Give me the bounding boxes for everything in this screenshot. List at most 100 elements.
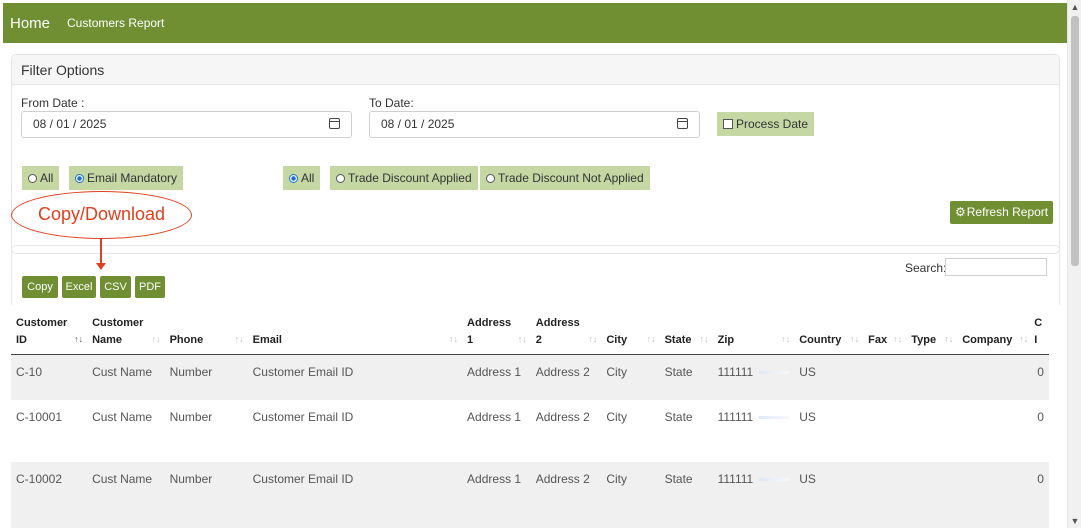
checkbox-icon[interactable] bbox=[723, 119, 733, 129]
cell-truncated: 0 bbox=[1032, 461, 1049, 528]
sort-icon[interactable]: ↑↓ bbox=[781, 331, 790, 348]
header-text: Address bbox=[535, 317, 580, 329]
header-text: Type bbox=[911, 334, 937, 346]
radio-icon[interactable] bbox=[336, 173, 345, 183]
cell-customer-id: C-10 bbox=[11, 354, 88, 400]
header-zip[interactable]: Zip ↑↓ bbox=[712, 311, 795, 355]
sort-icon[interactable]: ↑↓ bbox=[74, 331, 83, 348]
to-date-input[interactable]: 08 / 01 / 2025 bbox=[369, 111, 700, 138]
cell-email: Customer Email ID bbox=[247, 399, 463, 462]
cell-city: City bbox=[601, 461, 660, 528]
cell-address-1: Address 1 bbox=[462, 461, 531, 528]
refresh-report-label: Refresh Report bbox=[966, 205, 1049, 219]
cell-address-1: Address 1 bbox=[462, 354, 531, 400]
email-all-label: All bbox=[40, 171, 54, 185]
header-text: Phone bbox=[169, 334, 204, 346]
trade-discount-applied-label: Trade Discount Applied bbox=[348, 171, 472, 185]
excel-button[interactable]: Excel bbox=[62, 276, 96, 298]
cell-phone: Number bbox=[164, 354, 248, 400]
header-address-2[interactable]: Address 2 ↑↓ bbox=[530, 311, 602, 355]
header-text: C bbox=[1034, 317, 1043, 329]
scroll-down-icon[interactable]: ▼ bbox=[1068, 514, 1081, 528]
cell-customer-name: Cust Name bbox=[87, 399, 165, 462]
scroll-up-icon[interactable]: ▲ bbox=[1068, 0, 1081, 14]
header-state[interactable]: State ↑↓ bbox=[659, 311, 713, 355]
radio-icon[interactable] bbox=[486, 173, 495, 183]
radio-icon[interactable] bbox=[28, 173, 37, 183]
cell-company bbox=[957, 399, 1033, 462]
header-company[interactable]: Company ↑↓ bbox=[957, 311, 1033, 355]
table-row[interactable]: C-10001 Cust Name Number Customer Email … bbox=[11, 399, 1049, 462]
trade-all-radio[interactable]: All bbox=[283, 166, 321, 190]
sort-icon[interactable]: ↑↓ bbox=[893, 331, 902, 348]
copy-download-callout: Copy/Download bbox=[11, 191, 192, 239]
callout-arrow-icon bbox=[96, 263, 106, 270]
cell-city: City bbox=[601, 399, 660, 462]
calendar-icon[interactable] bbox=[677, 118, 688, 129]
top-navbar: Home Customers Report bbox=[3, 3, 1067, 43]
table-row[interactable]: C-10 Cust Name Number Customer Email ID … bbox=[11, 354, 1049, 400]
sort-icon[interactable]: ↑↓ bbox=[235, 331, 244, 348]
header-fax[interactable]: Fax ↑↓ bbox=[863, 311, 907, 355]
cell-company bbox=[957, 461, 1033, 528]
sort-icon[interactable]: ↑↓ bbox=[1019, 331, 1028, 348]
sort-icon[interactable]: ↑↓ bbox=[700, 331, 709, 348]
header-country[interactable]: Country ↑↓ bbox=[794, 311, 864, 355]
process-date-checkbox[interactable]: Process Date bbox=[717, 112, 815, 136]
cell-zip: 111111 bbox=[712, 461, 795, 528]
trade-discount-not-applied-label: Trade Discount Not Applied bbox=[498, 171, 644, 185]
header-text: Customer bbox=[92, 317, 144, 329]
sort-icon[interactable]: ↑↓ bbox=[944, 331, 953, 348]
copy-button[interactable]: Copy bbox=[22, 276, 58, 298]
email-all-radio[interactable]: All bbox=[22, 166, 60, 190]
customers-table: Customer ID ↑↓ Customer Name ↑↓ Phone ↑↓ Emai… bbox=[11, 311, 1049, 528]
header-text: Customer bbox=[16, 317, 68, 329]
to-date-label: To Date: bbox=[369, 96, 414, 110]
radio-selected-icon[interactable] bbox=[75, 173, 84, 183]
header-city[interactable]: City ↑↓ bbox=[601, 311, 660, 355]
cell-company bbox=[957, 354, 1033, 400]
header-text: I bbox=[1034, 334, 1038, 346]
cell-state: State bbox=[659, 399, 713, 462]
header-customer-name[interactable]: Customer Name ↑↓ bbox=[87, 311, 165, 355]
header-text: Fax bbox=[868, 334, 888, 346]
breadcrumb-customers-report[interactable]: Customers Report bbox=[67, 16, 164, 30]
from-date-input[interactable]: 08 / 01 / 2025 bbox=[21, 111, 352, 138]
header-customer-id[interactable]: Customer ID ↑↓ bbox=[11, 311, 88, 355]
page-scrollbar[interactable]: ▲ ▼ bbox=[1067, 0, 1081, 528]
calendar-icon[interactable] bbox=[329, 118, 340, 129]
zip-value: 111111 bbox=[717, 365, 754, 379]
cell-city: City bbox=[601, 354, 660, 400]
csv-button[interactable]: CSV bbox=[100, 276, 131, 298]
refresh-report-button[interactable]: ⚙Refresh Report bbox=[950, 201, 1054, 224]
cell-address-2: Address 2 bbox=[530, 354, 602, 400]
radio-selected-icon[interactable] bbox=[289, 173, 298, 183]
cell-address-1: Address 1 bbox=[462, 399, 531, 462]
header-truncated[interactable]: CI bbox=[1032, 311, 1049, 355]
header-type[interactable]: Type ↑↓ bbox=[906, 311, 958, 355]
header-email[interactable]: Email ↑↓ bbox=[247, 311, 463, 355]
sort-icon[interactable]: ↑↓ bbox=[647, 331, 656, 348]
sort-icon[interactable]: ↑↓ bbox=[588, 331, 597, 348]
cell-type bbox=[906, 399, 958, 462]
pdf-button[interactable]: PDF bbox=[135, 276, 165, 298]
header-text: Address bbox=[467, 317, 512, 329]
search-input[interactable] bbox=[945, 258, 1047, 276]
table-row[interactable]: C-10002 Cust Name Number Customer Email … bbox=[11, 461, 1049, 528]
sort-icon[interactable]: ↑↓ bbox=[850, 331, 859, 348]
email-mandatory-radio[interactable]: Email Mandatory bbox=[69, 166, 184, 190]
sort-icon[interactable]: ↑↓ bbox=[152, 331, 161, 348]
trade-discount-not-applied-radio[interactable]: Trade Discount Not Applied bbox=[480, 166, 650, 190]
scrollbar-thumb[interactable] bbox=[1071, 16, 1079, 266]
header-address-1[interactable]: Address 1 ↑↓ bbox=[462, 311, 531, 355]
from-date-label: From Date : bbox=[21, 96, 85, 110]
trade-discount-applied-radio[interactable]: Trade Discount Applied bbox=[330, 166, 478, 190]
sort-icon[interactable]: ↑↓ bbox=[449, 331, 458, 348]
header-phone[interactable]: Phone ↑↓ bbox=[164, 311, 248, 355]
home-link[interactable]: Home bbox=[10, 15, 50, 32]
header-text: 2 bbox=[535, 334, 542, 346]
cell-customer-name: Cust Name bbox=[87, 461, 165, 528]
cell-highlight bbox=[759, 415, 790, 419]
sort-icon[interactable]: ↑↓ bbox=[518, 331, 527, 348]
trade-all-label: All bbox=[301, 171, 315, 185]
